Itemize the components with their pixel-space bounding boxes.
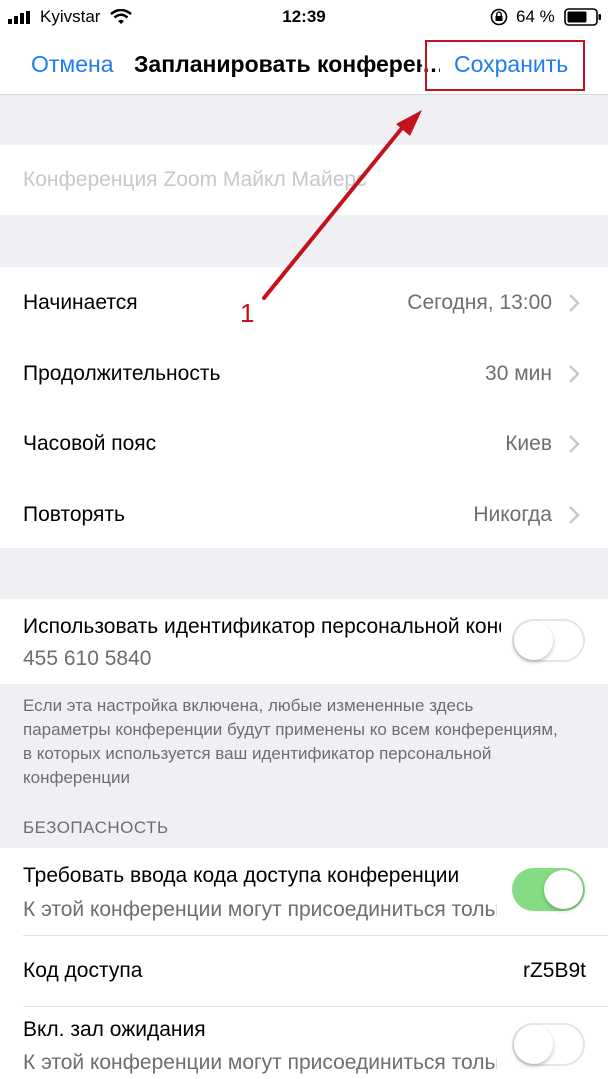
row-label: Повторять <box>23 503 125 526</box>
passcode-required-toggle[interactable] <box>512 868 585 911</box>
row-starts[interactable]: Начинается Сегодня, 13:00 <box>0 267 608 338</box>
chevron-right-icon <box>569 435 580 453</box>
row-duration[interactable]: Продолжительность 30 мин <box>0 338 608 409</box>
pmi-id: 455 610 5840 <box>23 647 152 670</box>
annotation-step-number: 1 <box>240 298 255 328</box>
meeting-topic-input[interactable]: Конференция Zoom Майкл Майерс <box>23 168 367 192</box>
pmi-toggle[interactable] <box>512 619 585 662</box>
row-timezone[interactable]: Часовой пояс Киев <box>0 408 608 479</box>
pmi-cell: Использовать идентификатор персональной … <box>0 599 608 684</box>
pmi-note: Если эта настройка включена, любые измен… <box>23 696 558 787</box>
toggle-knob <box>514 1025 553 1064</box>
security-group: Требовать ввода кода доступа конференции… <box>0 848 608 1079</box>
page-title: Запланировать конференцию… <box>134 34 440 94</box>
security-section-header: БЕЗОПАСНОСТЬ <box>23 818 169 837</box>
chevron-right-icon <box>569 506 580 524</box>
passcode-required-title: Требовать ввода кода доступа конференции <box>23 864 460 887</box>
passcode-value: rZ5B9t <box>522 959 586 982</box>
waiting-room-subtitle: К этой конференции могут присоединиться … <box>23 1051 497 1074</box>
row-value: Никогда <box>473 503 552 526</box>
status-bar: Kyivstar 12:39 64 % <box>0 0 608 34</box>
row-repeat[interactable]: Повторять Никогда <box>0 479 608 550</box>
row-value: Киев <box>505 432 552 455</box>
row-label: Начинается <box>23 291 138 314</box>
row-value: Сегодня, 13:00 <box>407 291 552 314</box>
row-label: Продолжительность <box>23 362 221 385</box>
row-label: Часовой пояс <box>23 432 157 455</box>
toggle-knob <box>544 870 583 909</box>
toggle-knob <box>514 621 553 660</box>
battery-icon <box>564 8 601 26</box>
schedule-group: Начинается Сегодня, 13:00 Продолжительно… <box>0 267 608 548</box>
passcode-required-subtitle: К этой конференции могут присоединиться … <box>23 898 497 921</box>
waiting-room-toggle[interactable] <box>512 1023 585 1066</box>
rotation-lock-icon <box>490 8 508 26</box>
waiting-room-title: Вкл. зал ожидания <box>23 1018 206 1041</box>
cancel-button[interactable]: Отмена <box>31 34 114 94</box>
chevron-right-icon <box>569 365 580 383</box>
chevron-right-icon <box>569 294 580 312</box>
pmi-title: Использовать идентификатор персональной … <box>23 615 501 638</box>
row-passcode[interactable]: Код доступа rZ5B9t <box>0 935 608 1006</box>
save-highlight-frame <box>425 40 585 91</box>
row-label: Код доступа <box>23 959 143 982</box>
row-value: 30 мин <box>485 362 552 385</box>
battery-percent: 64 % <box>516 7 555 26</box>
divider <box>23 1006 608 1007</box>
